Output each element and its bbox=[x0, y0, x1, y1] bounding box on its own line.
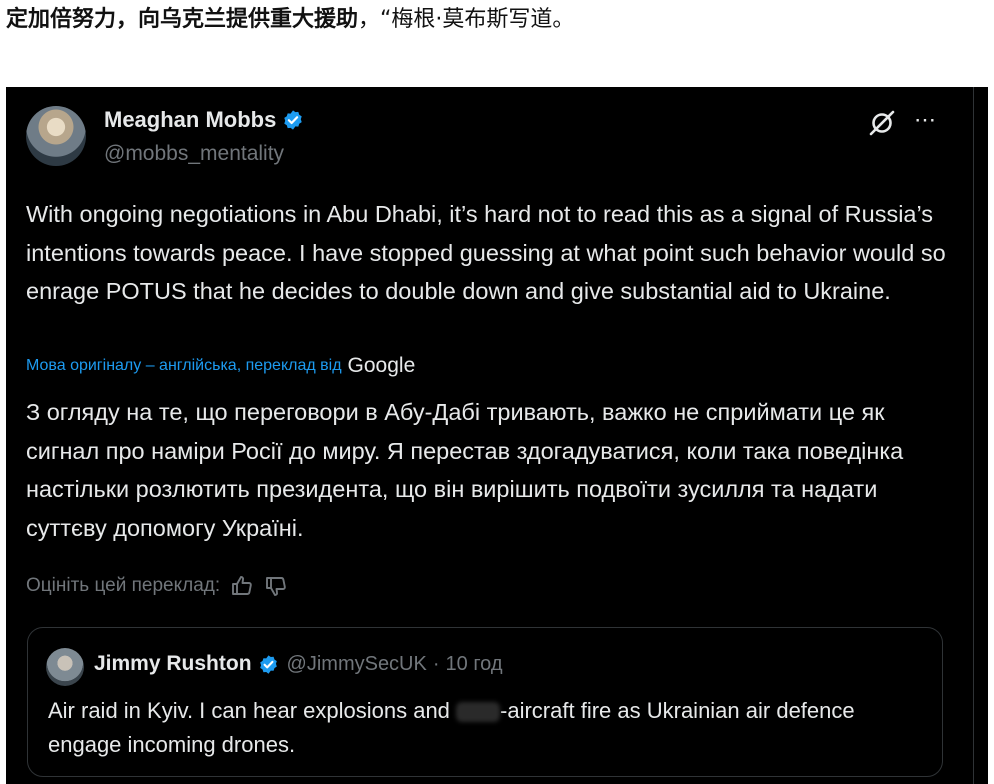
more-options-icon[interactable]: ⋯ bbox=[914, 107, 937, 133]
verified-badge-icon bbox=[259, 654, 277, 674]
tweet-card: Meaghan Mobbs @mobbs_mentality ⋯ With on… bbox=[6, 87, 988, 784]
grok-icon[interactable] bbox=[868, 109, 896, 137]
article-headline: 定加倍努力，向乌克兰提供重大援助，“梅根·莫布斯写道。 bbox=[6, 6, 986, 34]
quoted-tweet[interactable]: Jimmy Rushton @JimmySecUK · 10 год Air r… bbox=[27, 627, 943, 777]
dot-separator: · bbox=[432, 652, 440, 675]
thumbs-up-icon[interactable] bbox=[230, 574, 254, 598]
author-handle[interactable]: @mobbs_mentality bbox=[104, 142, 284, 166]
translated-text: З огляду на те, що переговори в Абу-Дабі… bbox=[26, 399, 904, 541]
quoted-text-part-1: Air raid in Kyiv. I can hear explosions … bbox=[48, 698, 457, 723]
column-divider bbox=[973, 87, 974, 784]
quoted-author-handle[interactable]: @JimmySecUK bbox=[287, 653, 427, 676]
headline-rest: ，“梅根·莫布斯写道。 bbox=[358, 7, 575, 32]
headline-bold: 定加倍努力，向乌克兰提供重大援助 bbox=[6, 7, 359, 32]
translation-info: Мова оригіналу – англійська, переклад ві… bbox=[26, 354, 415, 378]
rate-translation-label: Оцініть цей переклад: bbox=[26, 575, 221, 596]
translation-label[interactable]: Мова оригіналу – англійська, переклад ві… bbox=[26, 357, 342, 375]
post-text: With ongoing negotiations in Abu Dhabi, … bbox=[26, 201, 946, 304]
author-name[interactable]: Meaghan Mobbs bbox=[104, 107, 276, 133]
avatar[interactable] bbox=[26, 106, 86, 166]
quoted-header: Jimmy Rushton @JimmySecUK · 10 год bbox=[94, 652, 503, 676]
author-row: Meaghan Mobbs bbox=[104, 107, 304, 133]
quoted-timestamp[interactable]: 10 год bbox=[446, 653, 503, 676]
blurred-redaction bbox=[456, 702, 501, 723]
quoted-author-name[interactable]: Jimmy Rushton bbox=[94, 652, 252, 676]
thumbs-down-icon[interactable] bbox=[264, 574, 288, 598]
quoted-text: Air raid in Kyiv. I can hear explosions … bbox=[48, 694, 928, 762]
rate-translation-row: Оцініть цей переклад: bbox=[26, 574, 288, 598]
google-logo: Google bbox=[347, 354, 416, 377]
quoted-avatar[interactable] bbox=[46, 648, 84, 686]
verified-badge-icon bbox=[284, 110, 303, 130]
